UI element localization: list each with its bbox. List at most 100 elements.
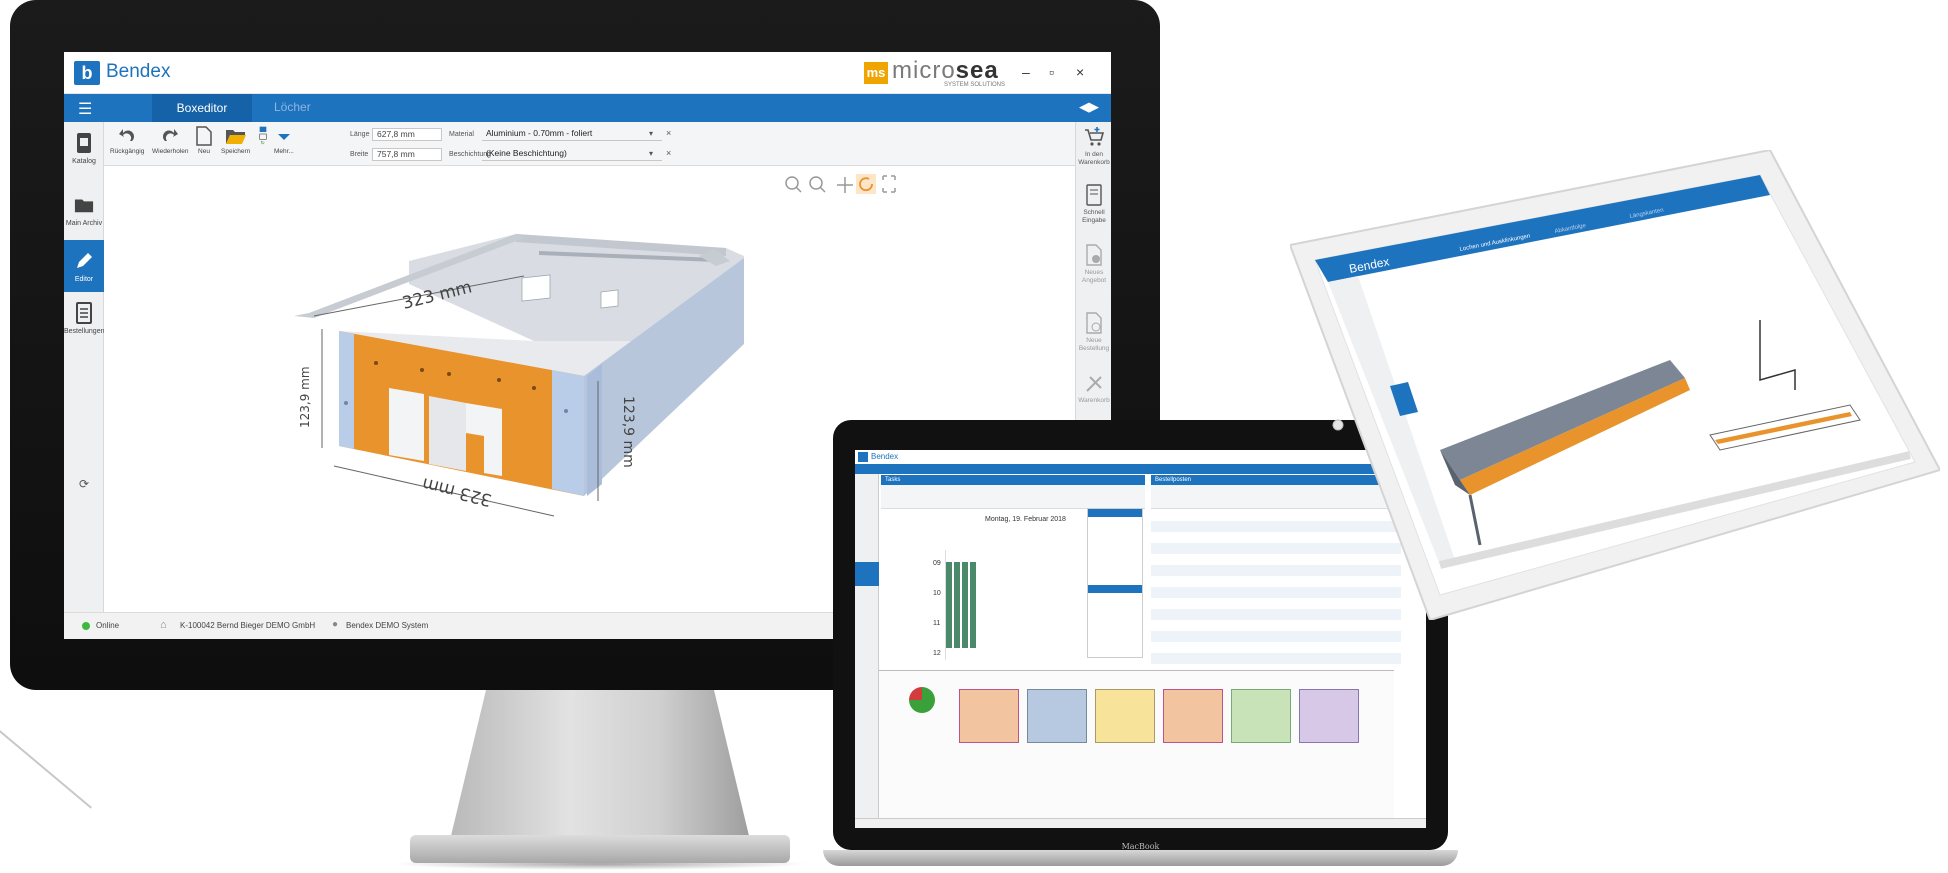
open-folder-icon <box>225 130 246 144</box>
utilization-pie-icon <box>909 687 935 713</box>
zoom-icon[interactable] <box>809 176 826 193</box>
save-button[interactable]: Speichern <box>221 126 250 155</box>
calendar-grid[interactable] <box>945 550 1085 660</box>
tab-boxeditor[interactable]: Boxeditor <box>152 94 252 122</box>
hour-label: 12 <box>933 650 941 657</box>
rotate-icon[interactable] <box>856 174 876 194</box>
more-button[interactable]: Mehr... <box>274 126 294 155</box>
app-title: Bendex <box>106 61 171 82</box>
decorative-line <box>0 730 92 809</box>
length-field[interactable]: 627,8 mm <box>372 128 442 141</box>
close-button[interactable]: × <box>1076 64 1084 80</box>
sheet-layout[interactable] <box>1299 689 1359 743</box>
hour-label: 11 <box>933 620 941 627</box>
sidebar-item-label: Main Archiv <box>65 220 103 227</box>
new-button[interactable]: Neu <box>196 126 212 155</box>
brand-tagline: SYSTEM SOLUTIONS <box>944 82 1006 88</box>
undo-icon <box>119 129 135 141</box>
material-label: Material <box>449 131 474 138</box>
coating-select[interactable]: (Keine Beschichtung) <box>482 148 662 161</box>
chevron-down-icon <box>277 134 290 140</box>
folder-icon <box>74 199 94 213</box>
hour-label: 10 <box>933 590 941 597</box>
sidebar-item-main-archiv[interactable]: Main Archiv <box>64 194 104 227</box>
cart-label: Warenkorb <box>1078 397 1110 404</box>
fullscreen-icon[interactable] <box>882 175 896 193</box>
material-select[interactable]: Aluminium - 0.70mm - foliert <box>482 128 662 141</box>
dim-left-height: 123,9 mm <box>298 366 312 428</box>
undo-label: Rückgängig <box>110 148 145 155</box>
sidebar-item-bestellungen[interactable]: Bestellungen <box>64 302 104 335</box>
pencil-icon <box>77 253 92 268</box>
material-clear-icon[interactable]: × <box>666 128 671 138</box>
more-label: Mehr... <box>274 148 294 155</box>
laptop-brand: MacBook <box>1121 842 1160 851</box>
add-to-cart-label: In den Warenkorb <box>1078 151 1110 166</box>
new-label: Neu <box>198 148 210 155</box>
dim-right-height: 123,9 mm <box>620 396 636 468</box>
quick-entry-button[interactable]: Schnell Eingabe <box>1076 184 1111 225</box>
customer-info[interactable]: K-100042 Bernd Bieger DEMO GmbH <box>180 621 315 630</box>
sidebar-item-katalog[interactable]: Katalog <box>64 132 104 165</box>
sync-icon[interactable]: ⟳ <box>64 477 104 491</box>
tasks-header: Tasks <box>881 475 1145 485</box>
task-list-panel <box>1087 508 1143 658</box>
tablet: Bendex Lochen und Ausklinkungen Abkantfo… <box>1290 150 1940 620</box>
new-offer-button[interactable]: Neues Angebot <box>1076 244 1111 285</box>
layout-icon: ↻ <box>259 126 267 146</box>
new-document-icon <box>196 126 212 146</box>
online-status-icon <box>82 622 90 630</box>
left-sidebar: Katalog Main Archiv Editor Bestellungen … <box>64 122 104 612</box>
quick-entry-label: Schnell Eingabe <box>1082 209 1106 224</box>
coating-clear-icon[interactable]: × <box>666 148 671 158</box>
redo-button[interactable]: Wiederholen <box>152 126 189 155</box>
laptop-sidebar <box>855 474 879 818</box>
tasks-toolbar <box>881 485 1145 509</box>
tab-loecher[interactable]: Löcher <box>274 100 311 114</box>
cart-plus-icon <box>1085 127 1105 146</box>
catalog-book-icon <box>77 133 91 153</box>
nesting-view <box>879 670 1394 818</box>
tools-icon <box>1086 376 1102 392</box>
new-order-button[interactable]: Neue Bestellung <box>1076 312 1111 353</box>
bendex-logo-icon <box>858 452 868 462</box>
material-dropdown-icon[interactable]: ▾ <box>649 129 653 138</box>
collapse-arrows-icon[interactable]: ◀▶ <box>1079 99 1099 115</box>
new-order-label: Neue Bestellung <box>1078 337 1110 352</box>
minimize-button[interactable]: – <box>1022 64 1030 80</box>
redo-label: Wiederholen <box>152 148 189 155</box>
coating-dropdown-icon[interactable]: ▾ <box>649 149 653 158</box>
zoom-fit-icon[interactable] <box>785 176 802 193</box>
sheet-layout[interactable] <box>959 689 1019 743</box>
home-icon[interactable]: ⌂ <box>160 619 167 631</box>
monitor-stand-neck <box>450 690 750 840</box>
pan-icon[interactable] <box>837 177 853 193</box>
hamburger-menu-icon[interactable]: ☰ <box>78 99 92 119</box>
dim-bottom-length: 323 mm <box>420 473 494 510</box>
undo-button[interactable]: Rückgängig <box>110 126 144 155</box>
offer-document-icon <box>1086 244 1102 266</box>
add-to-cart-button[interactable]: In den Warenkorb <box>1076 126 1111 167</box>
length-label: Länge <box>350 131 370 138</box>
sheet-layout[interactable] <box>1095 689 1155 743</box>
tablet-device: Bendex Lochen und Ausklinkungen Abkantfo… <box>1290 150 1940 620</box>
system-info: Bendex DEMO System <box>346 621 429 630</box>
sidebar-active-item[interactable] <box>855 562 879 586</box>
view-toggle-button[interactable]: ↻ <box>256 126 270 148</box>
sidebar-item-label: Katalog <box>72 158 96 165</box>
cart-button[interactable]: Warenkorb <box>1076 374 1111 405</box>
calendar-date: Montag, 19. Februar 2018 <box>985 516 1066 523</box>
restore-button[interactable]: ▫ <box>1049 64 1054 80</box>
width-field[interactable]: 757,8 mm <box>372 148 442 161</box>
monitor-stand-foot <box>410 835 790 863</box>
sidebar-item-editor[interactable]: Editor <box>64 240 104 292</box>
user-icon: ● <box>332 619 339 630</box>
laptop-base <box>823 850 1458 866</box>
sidebar-item-label: Editor <box>74 276 94 283</box>
hour-label: 09 <box>933 560 941 567</box>
sheet-layout[interactable] <box>1231 689 1291 743</box>
laptop-status-bar <box>855 818 1426 828</box>
online-status: Online <box>96 621 120 630</box>
sheet-layout[interactable] <box>1163 689 1223 743</box>
sheet-layout[interactable] <box>1027 689 1087 743</box>
